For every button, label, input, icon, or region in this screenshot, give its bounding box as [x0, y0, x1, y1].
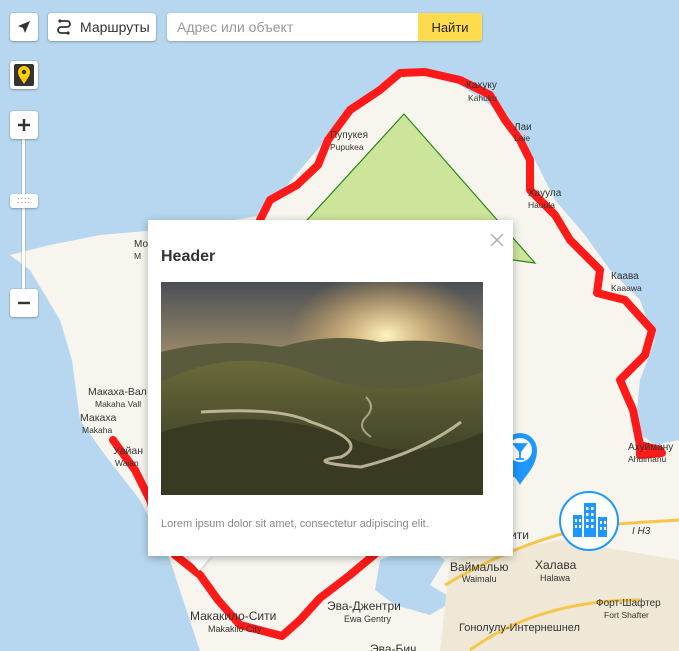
balloon-header: Header: [161, 248, 216, 265]
search-input[interactable]: [167, 13, 418, 41]
zoom-slider-handle[interactable]: ::::: [10, 194, 38, 208]
svg-text:Makaha Vall: Makaha Vall: [95, 399, 141, 409]
svg-text:Макаха: Макаха: [80, 412, 117, 424]
svg-text:Форт-Шафтер: Форт-Шафтер: [596, 597, 661, 609]
balloon-photo: [161, 282, 483, 495]
svg-text:Fort Shafter: Fort Shafter: [604, 610, 649, 620]
balloon-body: Lorem ipsum dolor sit amet, consectetur …: [161, 518, 429, 530]
svg-text:Ahuimanu: Ahuimanu: [628, 454, 667, 464]
svg-text:Ахуйману: Ахуйману: [628, 442, 673, 453]
svg-text:Makaha: Makaha: [82, 425, 113, 435]
close-icon: [490, 233, 504, 247]
svg-text:Waian: Waian: [115, 458, 139, 468]
route-icon: [57, 19, 71, 35]
svg-text:Ваймалью: Ваймалью: [450, 560, 509, 574]
plus-icon: [18, 119, 30, 131]
svg-text:Pupukea: Pupukea: [330, 142, 364, 152]
svg-text:Пупукея: Пупукея: [330, 130, 368, 141]
zoom-in-button[interactable]: [10, 111, 38, 139]
svg-text:Лаи: Лаи: [514, 122, 532, 133]
traffic-pin-icon: [14, 64, 34, 86]
svg-text:Каава: Каава: [611, 271, 639, 282]
info-balloon: Header Lorem ipsum dolor sit amet, conse…: [148, 220, 513, 556]
svg-text:Макакило-Сити: Макакило-Сити: [190, 609, 276, 623]
svg-text:M: M: [134, 251, 141, 261]
zoom-track[interactable]: [22, 139, 25, 290]
search-bar: Найти: [167, 13, 482, 41]
svg-text:Hauula: Hauula: [528, 200, 555, 210]
close-button[interactable]: [489, 232, 505, 248]
building-icon[interactable]: [559, 491, 619, 551]
svg-text:Макаха-Вал: Макаха-Вал: [88, 386, 147, 398]
svg-text:Makakilo City: Makakilo City: [208, 624, 262, 634]
zoom-out-button[interactable]: [10, 289, 38, 317]
svg-text:Уайан: Уайан: [113, 445, 143, 457]
svg-text:Кахуку: Кахуку: [466, 80, 497, 91]
svg-text:Эва-Бич: Эва-Бич: [370, 642, 416, 651]
svg-text:Гонолулу-Интернешнел: Гонолулу-Интернешнел: [459, 622, 580, 634]
svg-text:Мо: Мо: [134, 239, 148, 250]
search-button[interactable]: Найти: [418, 13, 482, 41]
minus-icon: [18, 301, 30, 305]
balloon-tail: [186, 555, 212, 571]
svg-text:Халава: Халава: [535, 558, 577, 572]
routes-button[interactable]: Маршруты: [48, 13, 156, 41]
city-area: [440, 540, 679, 651]
traffic-button[interactable]: [10, 61, 38, 89]
svg-text:Эва-Джентри: Эва-Джентри: [327, 599, 401, 613]
svg-text:I H3: I H3: [632, 526, 651, 537]
svg-text:Laie: Laie: [514, 133, 530, 143]
svg-text:Waimalu: Waimalu: [462, 574, 497, 584]
svg-text:Хауула: Хауула: [528, 188, 562, 199]
svg-text:Kahuku: Kahuku: [468, 93, 497, 103]
svg-text:Kaaawa: Kaaawa: [611, 283, 642, 293]
arrow-icon: [18, 21, 30, 33]
svg-text:Halawa: Halawa: [540, 573, 570, 583]
geolocation-button[interactable]: [10, 13, 38, 41]
routes-label: Маршруты: [80, 19, 150, 35]
svg-text:Ewa Gentry: Ewa Gentry: [344, 614, 392, 624]
